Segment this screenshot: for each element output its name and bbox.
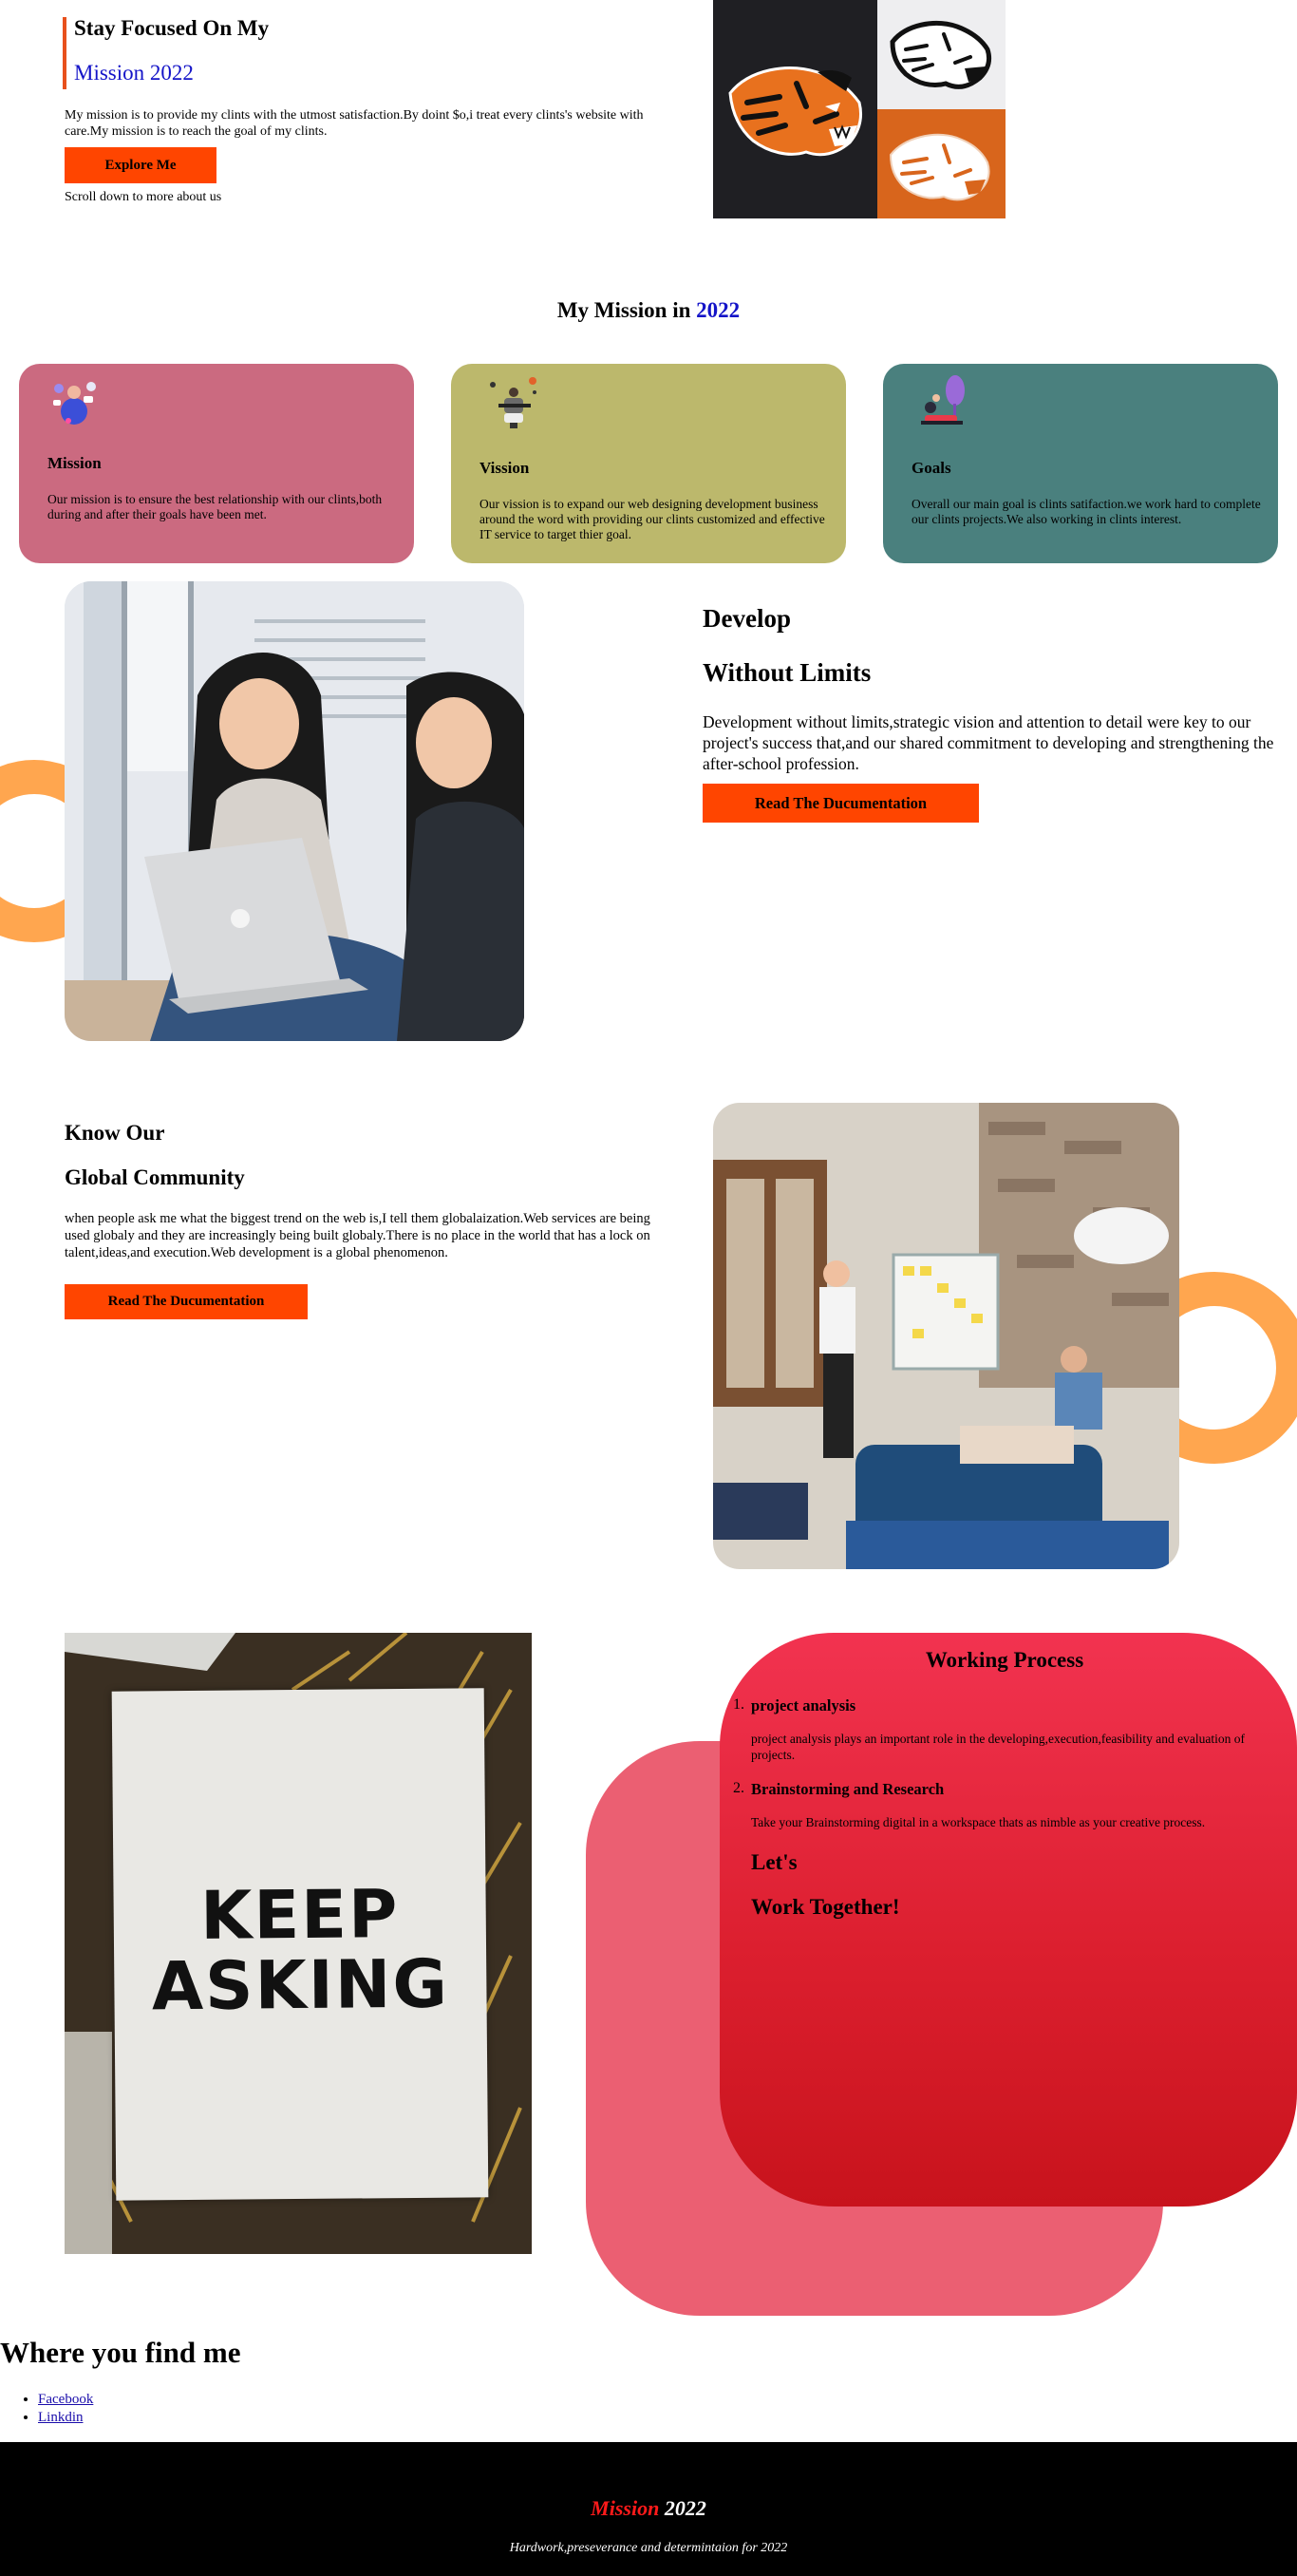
goals-card: Goals Overall our main goal is clints sa… (883, 364, 1278, 563)
keep-asking-photo: KEEP ASKING (65, 1633, 532, 2254)
vission-card: Vission Our vission is to expand our web… (451, 364, 846, 563)
develop-title: Develop (703, 604, 791, 633)
working-process-item-text: Take your Brainstorming digital in a wor… (751, 1815, 1206, 1829)
poster-line-2: ASKING (151, 1944, 450, 2026)
footer-title-year: 2022 (659, 2496, 706, 2520)
students-laptop-photo (65, 581, 524, 1041)
mission-card: Mission Our mission is to ensure the bes… (19, 364, 414, 563)
working-process-item: 2. Brainstorming and Research Take your … (720, 1780, 1297, 1830)
vission-card-title: Vission (479, 459, 530, 477)
social-link-item: Facebook (38, 2391, 93, 2409)
goals-card-text: Overall our main goal is clints satifact… (912, 497, 1261, 526)
poster-sheet: KEEP ASKING (111, 1688, 489, 2201)
goals-card-title: Goals (912, 459, 951, 477)
lets-title: Let's (751, 1850, 798, 1874)
students-laptop-illustration (65, 581, 524, 1041)
tiger-logo-tile-orange (877, 109, 1006, 218)
goal-person-icon (912, 371, 972, 432)
working-process-item-title: Brainstorming and Research (751, 1780, 945, 1798)
office-meeting-illustration (713, 1103, 1179, 1569)
explore-me-button[interactable]: Explore Me (65, 147, 216, 183)
office-meeting-photo (713, 1103, 1179, 1569)
vission-card-text: Our vission is to expand our web designi… (479, 497, 825, 541)
tiger-logo-tile-dark (713, 0, 877, 218)
hero-subtitle: Mission 2022 (74, 61, 194, 85)
hero-description: My mission is to provide my clints with … (65, 108, 644, 139)
mission-section-title: My Mission in 2022 (0, 298, 1297, 323)
work-together-title: Work Together! (751, 1895, 900, 1919)
tiger-logo-tile-light (877, 0, 1006, 109)
mission-card-title: Mission (47, 454, 102, 472)
read-documentation-button[interactable]: Read The Ducumentation (703, 784, 979, 823)
poster-text: KEEP ASKING (113, 1875, 486, 2026)
tiger-logo-grid (713, 0, 1006, 218)
footer-title: Mission 2022 (0, 2496, 1297, 2521)
tiger-head-icon (728, 66, 863, 157)
linkedin-link[interactable]: Linkdin (38, 2410, 84, 2425)
mission-section-title-prefix: My Mission in (556, 298, 697, 322)
team-icon (47, 371, 108, 432)
facebook-link[interactable]: Facebook (38, 2392, 93, 2407)
find-me-title: Where you find me (0, 2336, 241, 2369)
tiger-head-white-icon (889, 133, 990, 201)
working-process-item-text: project analysis plays an important role… (751, 1732, 1245, 1762)
working-process-item-title: project analysis (751, 1696, 856, 1714)
working-process-item-number: 1. (733, 1696, 744, 1713)
working-process-title: Working Process (925, 1648, 1084, 1672)
develop-description: Development without limits,strategic vis… (703, 712, 1274, 773)
tiger-head-outline-icon (890, 21, 992, 89)
community-subtitle: Global Community (65, 1165, 245, 1189)
working-process-item-number: 2. (733, 1780, 744, 1796)
community-title: Know Our (65, 1121, 165, 1145)
develop-subtitle: Without Limits (703, 658, 872, 687)
footer-subtitle: Hardwork,preseverance and determintaion … (509, 2541, 788, 2555)
working-process-item: 1. project analysis project analysis pla… (720, 1696, 1297, 1763)
footer-title-mission: Mission (591, 2496, 660, 2520)
hero-title: Stay Focused On My (74, 16, 270, 40)
poster-line-1: KEEP (199, 1875, 400, 1955)
community-description: when people ask me what the biggest tren… (65, 1211, 650, 1260)
social-link-item: Linkdin (38, 2409, 93, 2427)
scroll-hint: Scroll down to more about us (65, 190, 222, 204)
juggler-icon (479, 371, 540, 432)
community-read-documentation-button[interactable]: Read The Ducumentation (65, 1284, 308, 1319)
social-links-list: Facebook Linkdin (38, 2391, 93, 2427)
working-process-list: 1. project analysis project analysis pla… (720, 1696, 1297, 1830)
mission-card-text: Our mission is to ensure the best relati… (47, 492, 383, 521)
mission-section-title-year: 2022 (696, 298, 741, 322)
hero-accent-bar (63, 17, 66, 89)
